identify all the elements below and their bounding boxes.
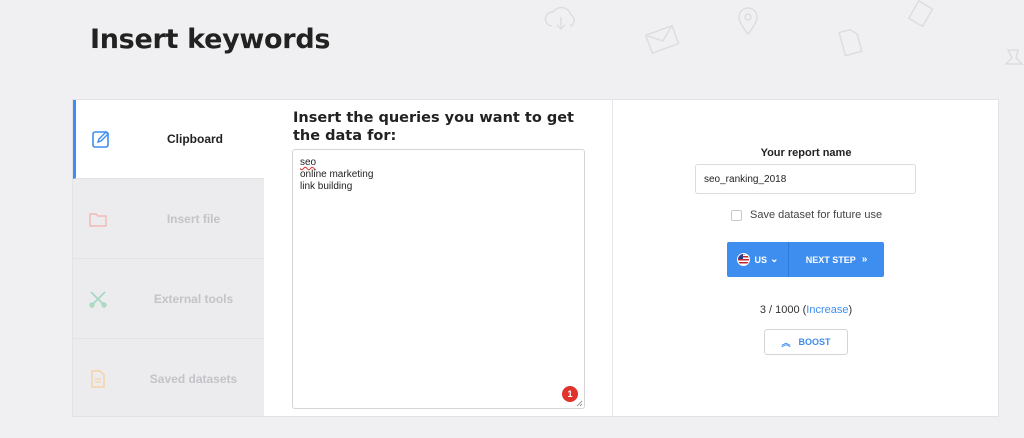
folder-icon (89, 212, 107, 227)
page-title: Insert keywords (90, 24, 331, 55)
tools-icon (89, 290, 107, 308)
location-pin-icon (738, 7, 758, 36)
queries-textarea[interactable]: seo online marketing link building 1 (292, 149, 585, 409)
sidebar: Clipboard Insert file External tools Sav… (73, 100, 264, 416)
chevron-down-icon: ⌄ (770, 254, 779, 265)
pin-icon (1004, 49, 1024, 65)
quota-text: 3 / 1000 (Increase) (613, 304, 999, 316)
country-label: US (754, 254, 768, 265)
action-button-group: US ⌄ NEXT STEP » (727, 242, 884, 277)
double-chevron-up-icon: ︽ (781, 337, 791, 348)
save-dataset-option[interactable]: Save dataset for future use (731, 209, 882, 221)
query-line: seo (300, 157, 317, 168)
report-name-input[interactable] (695, 164, 916, 194)
save-dataset-label: Save dataset for future use (750, 209, 883, 221)
cloud-download-icon (544, 6, 575, 31)
quota-count: 3 / 1000 ( (759, 304, 807, 316)
report-panel: Your report name Save dataset for future… (613, 100, 999, 416)
file-icon (838, 28, 863, 57)
edit-icon (92, 131, 109, 148)
boost-label: BOOST (798, 337, 831, 347)
sidebar-item-label: External tools (153, 291, 234, 306)
query-line: link building (300, 181, 353, 192)
sidebar-item-external-tools[interactable]: External tools (73, 259, 264, 339)
resize-grip-icon[interactable] (576, 400, 583, 407)
quota-close: ) (848, 304, 853, 316)
next-step-label: NEXT STEP (805, 254, 856, 265)
import-card: Clipboard Insert file External tools Sav… (72, 99, 999, 417)
us-flag-icon (736, 253, 750, 266)
sidebar-item-label: Saved datasets (149, 372, 238, 386)
country-select[interactable]: US ⌄ (727, 242, 789, 277)
next-step-button[interactable]: NEXT STEP » (789, 242, 884, 277)
save-dataset-checkbox[interactable] (731, 209, 742, 221)
double-chevron-right-icon: » (861, 254, 868, 265)
envelope-icon (644, 24, 680, 55)
queries-panel: Insert the queries you want to get the d… (264, 100, 612, 416)
document-icon (91, 370, 105, 388)
sidebar-item-label: Clipboard (167, 132, 223, 146)
sidebar-item-clipboard[interactable]: Clipboard (73, 100, 264, 179)
increase-link[interactable]: Increase (806, 304, 848, 316)
sidebar-item-saved-datasets[interactable]: Saved datasets (73, 339, 264, 419)
query-line: online marketing (300, 169, 374, 180)
sidebar-item-label: Insert file (166, 211, 221, 226)
sidebar-item-insert-file[interactable]: Insert file (73, 179, 264, 259)
boost-button[interactable]: ︽ BOOST (764, 329, 848, 355)
report-name-label: Your report name (760, 147, 852, 159)
queries-label: Insert the queries you want to get the d… (293, 110, 574, 144)
tag-icon (907, 0, 934, 28)
